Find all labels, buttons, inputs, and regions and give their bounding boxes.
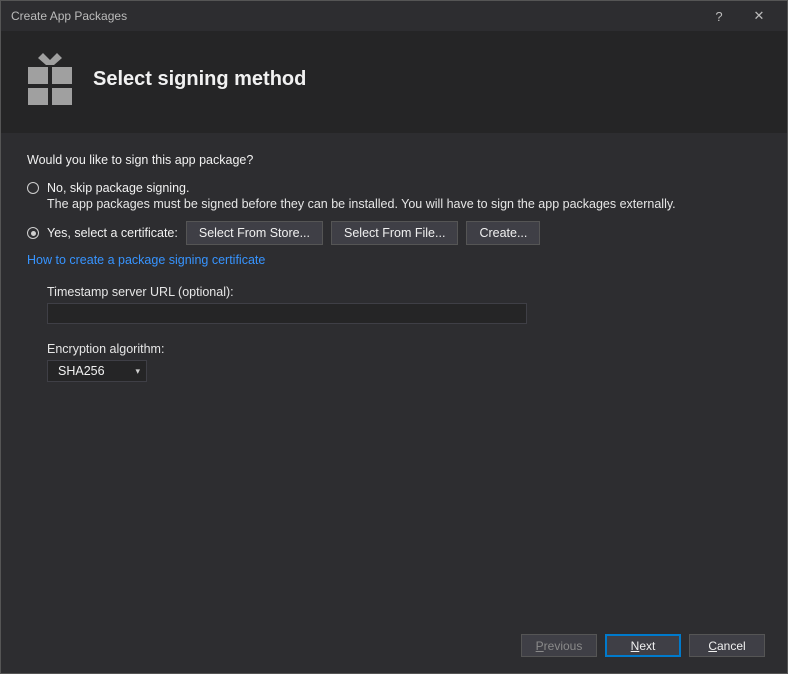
prompt-text: Would you like to sign this app package? (27, 153, 761, 167)
select-from-store-button[interactable]: Select From Store... (186, 221, 323, 245)
close-button[interactable]: ✕ (739, 1, 779, 31)
dialog-body: Would you like to sign this app package?… (1, 133, 787, 624)
chevron-down-icon: ▾ (135, 366, 140, 377)
encryption-combo[interactable]: SHA256 ▾ (47, 360, 147, 382)
select-from-file-button[interactable]: Select From File... (331, 221, 458, 245)
titlebar: Create App Packages ? ✕ (1, 1, 787, 31)
help-button[interactable]: ? (699, 1, 739, 31)
timestamp-label: Timestamp server URL (optional): (47, 285, 761, 299)
no-signing-explain: The app packages must be signed before t… (47, 197, 761, 211)
help-link[interactable]: How to create a package signing certific… (27, 253, 265, 267)
package-icon (27, 53, 73, 105)
dialog-header: Select signing method (1, 31, 787, 133)
window-title: Create App Packages (11, 9, 699, 23)
radio-no-signing[interactable]: No, skip package signing. (27, 181, 761, 195)
dialog-footer: Previous Next Cancel (1, 624, 787, 673)
cancel-button[interactable]: Cancel (689, 634, 765, 657)
previous-button[interactable]: Previous (521, 634, 597, 657)
radio-yes-label: Yes, select a certificate: (47, 226, 178, 240)
radio-no-label: No, skip package signing. (47, 181, 189, 195)
timestamp-input[interactable] (47, 303, 527, 324)
next-button[interactable]: Next (605, 634, 681, 657)
radio-unchecked-icon (27, 182, 39, 194)
create-button[interactable]: Create... (466, 221, 540, 245)
radio-checked-icon (27, 227, 39, 239)
radio-yes-certificate[interactable]: Yes, select a certificate: (27, 226, 178, 240)
dialog-title: Select signing method (93, 68, 306, 91)
encryption-label: Encryption algorithm: (47, 342, 761, 356)
encryption-value: SHA256 (58, 364, 105, 378)
